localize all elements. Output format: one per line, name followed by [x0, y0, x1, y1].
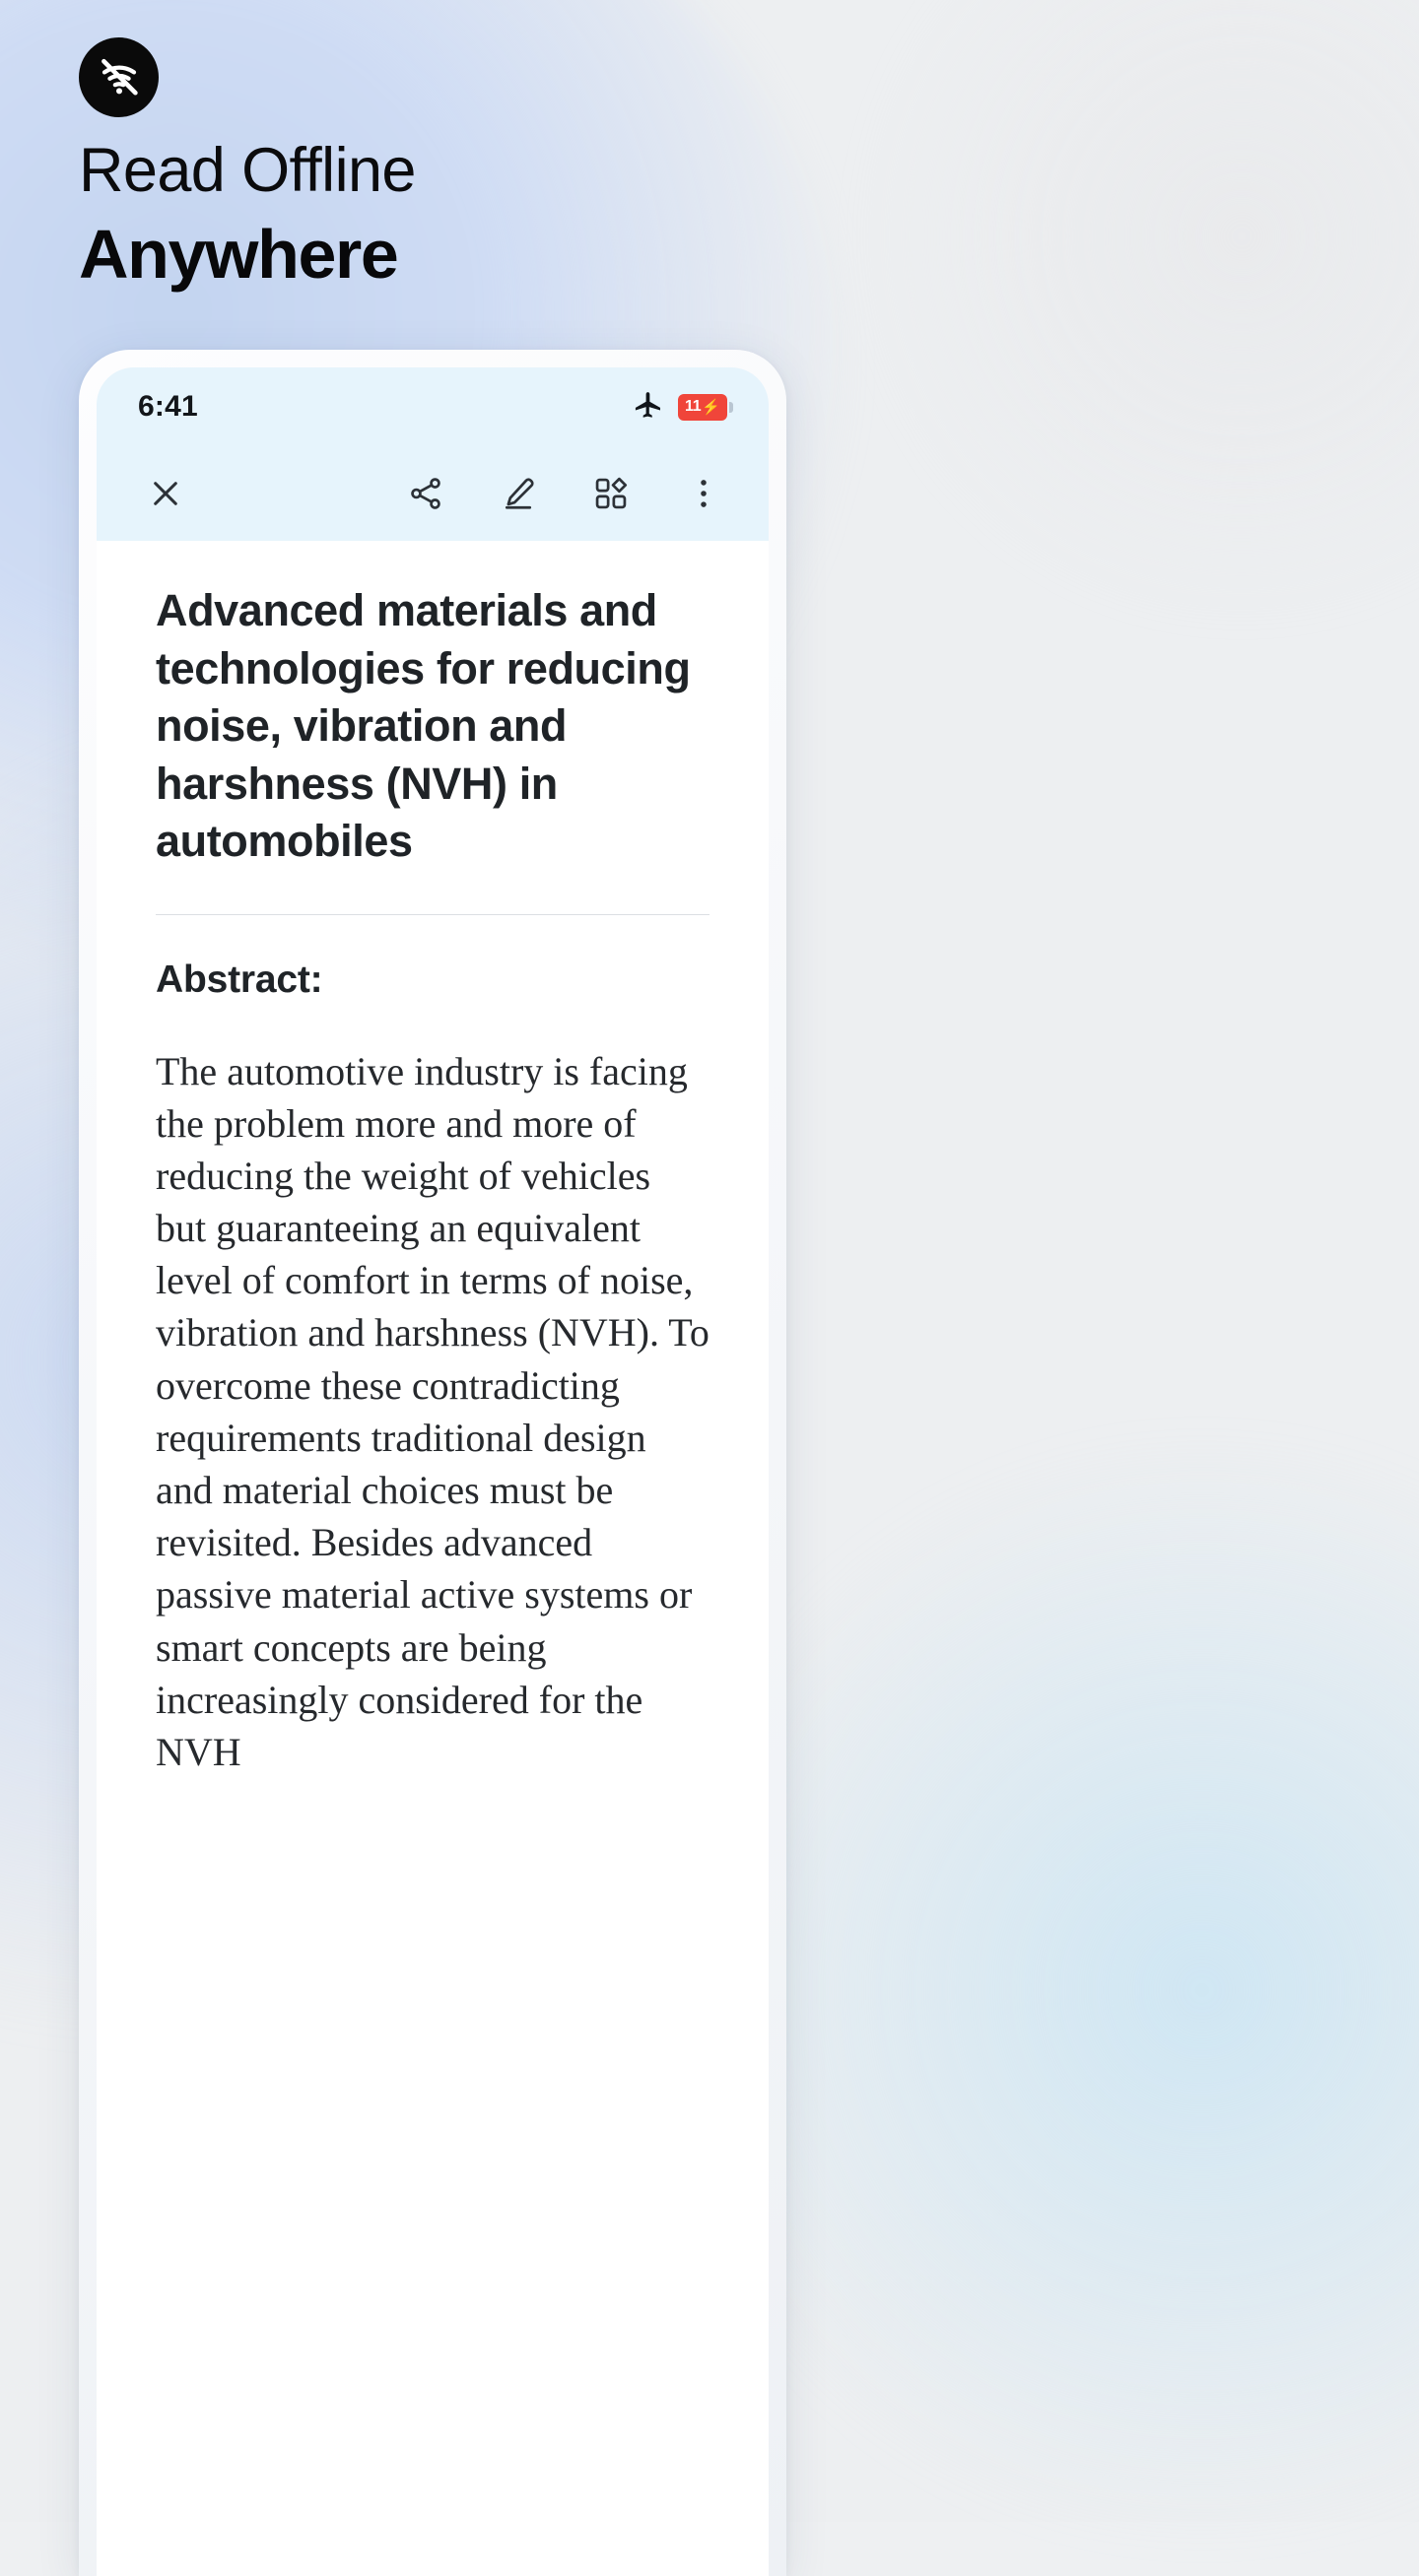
toolbar-actions [394, 462, 735, 525]
wifi-off-icon [96, 54, 143, 101]
bolt-icon: ⚡ [702, 398, 720, 416]
article-content: Advanced materials and technologies for … [97, 541, 769, 1779]
battery-percent-label: 11 [684, 398, 702, 415]
share-button[interactable] [394, 462, 457, 525]
close-icon-button[interactable] [134, 462, 197, 525]
headline-line-1: Read Offline [79, 136, 416, 205]
hero-headline: Read Offline Anywhere [79, 136, 416, 294]
abstract-heading: Abstract: [156, 958, 323, 1001]
title-divider [156, 913, 710, 915]
offline-badge [79, 37, 159, 117]
grid-view-button[interactable] [579, 462, 642, 525]
battery-tip [729, 401, 733, 413]
status-clock: 6:41 [138, 390, 198, 423]
battery-body: 11 ⚡ [678, 393, 727, 421]
headline-line-2: Anywhere [79, 216, 399, 293]
grid-view-icon [592, 475, 630, 512]
abstract-body-text: The automotive industry is facing the pr… [156, 1048, 710, 1774]
phone-mockup: 6:41 11 ⚡ Advanced materials and technol… [79, 350, 786, 2576]
background-glow-top-right [867, 0, 1419, 611]
phone-screen: 6:41 11 ⚡ Advanced materials and technol… [97, 367, 769, 2576]
overflow-menu-button[interactable] [672, 462, 735, 525]
highlight-button[interactable] [487, 462, 550, 525]
share-icon [407, 475, 444, 512]
highlight-pen-icon [500, 475, 537, 512]
close-icon [147, 475, 184, 512]
battery-indicator: 11 ⚡ [678, 393, 733, 421]
article-title: Advanced materials and technologies for … [156, 585, 691, 866]
overflow-menu-icon [685, 475, 722, 512]
airplane-mode-icon [633, 389, 664, 426]
status-bar: 6:41 11 ⚡ [97, 367, 769, 446]
status-indicators: 11 ⚡ [633, 389, 733, 426]
reader-toolbar [97, 446, 769, 541]
